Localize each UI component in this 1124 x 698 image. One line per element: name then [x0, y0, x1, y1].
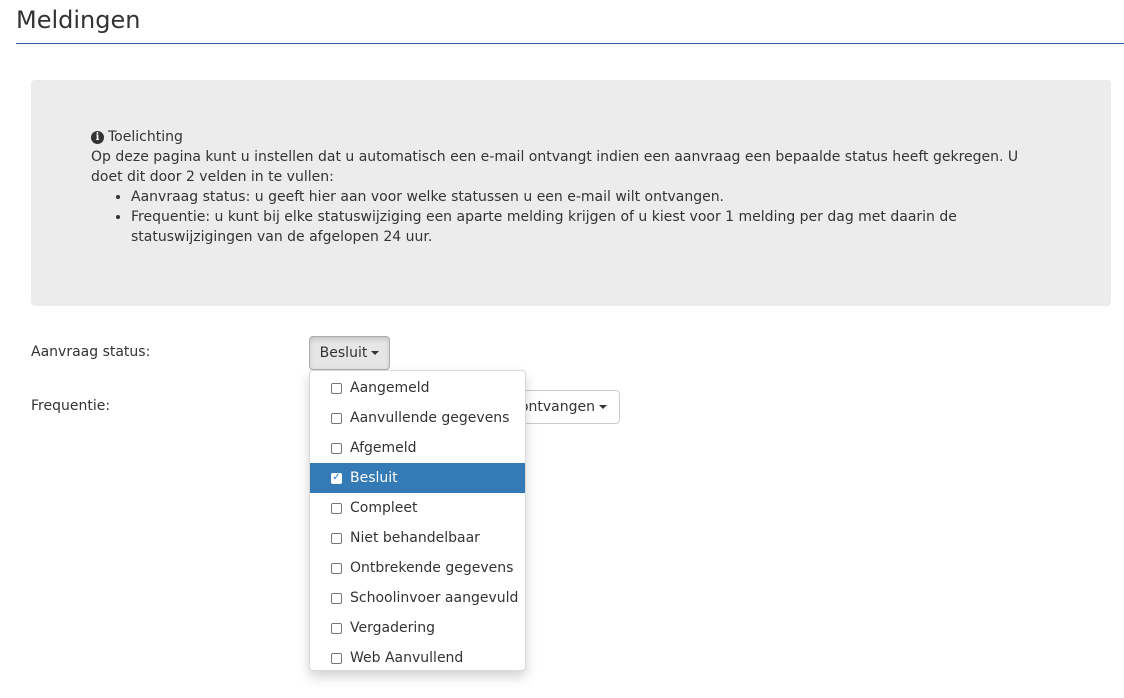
info-list: Aanvraag status: u geeft hier aan voor w… — [91, 187, 1051, 247]
dropdown-option[interactable]: Vergadering — [310, 613, 525, 643]
checkbox[interactable] — [331, 532, 342, 544]
info-text: Op deze pagina kunt u instellen dat u au… — [91, 149, 1019, 185]
checkbox[interactable] — [331, 652, 342, 664]
dropdown-option-label: Ontbrekende gegevens — [350, 560, 514, 576]
dropdown-option-label: Schoolinvoer aangevuld — [350, 590, 519, 606]
dropdown-option[interactable]: Niet behandelbaar — [310, 523, 525, 553]
dropdown-option-label: Vergadering — [350, 620, 435, 636]
dropdown-option[interactable]: ✓ Besluit — [310, 463, 525, 493]
info-heading-label: Toelichting — [108, 129, 183, 145]
checkbox[interactable] — [331, 502, 342, 514]
status-dropdown-button[interactable]: Besluit — [309, 336, 390, 370]
checkbox[interactable] — [331, 382, 342, 394]
dropdown-option-label: Aanvullende gegevens — [350, 410, 510, 426]
status-dropdown-menu: Aangemeld Aanvullende gegevens Afgemeld ✓ Be… — [309, 370, 526, 671]
dropdown-option-label: Besluit — [350, 470, 398, 486]
checkbox[interactable] — [331, 592, 342, 604]
page-title: Meldingen — [16, 6, 141, 34]
dropdown-option[interactable]: Aangemeld — [310, 373, 525, 403]
dropdown-option-label: Web Aanvullend — [350, 650, 464, 666]
dropdown-option[interactable]: Aanvullende gegevens — [310, 403, 525, 433]
checkmark-icon: ✓ — [332, 471, 341, 483]
status-label: Aanvraag status: — [31, 344, 151, 360]
dropdown-option[interactable]: Schoolinvoer aangevuld — [310, 583, 525, 613]
info-list-item: Frequentie: u kunt bij elke statuswijzig… — [131, 207, 1051, 247]
frequency-label: Frequentie: — [31, 398, 111, 414]
checkbox[interactable] — [331, 562, 342, 574]
dropdown-option-label: Compleet — [350, 500, 418, 516]
info-content: i Toelichting Op deze pagina kunt u inst… — [91, 127, 1051, 247]
status-value: Besluit — [319, 345, 368, 361]
info-circle-icon: i — [91, 130, 104, 144]
caret-down-icon — [599, 405, 607, 409]
dropdown-option[interactable]: Ontbrekende gegevens — [310, 553, 525, 583]
info-panel: i Toelichting Op deze pagina kunt u inst… — [31, 80, 1111, 306]
dropdown-option[interactable]: Compleet — [310, 493, 525, 523]
checkbox[interactable] — [331, 622, 342, 634]
info-list-item: Aanvraag status: u geeft hier aan voor w… — [131, 187, 1051, 207]
checkbox[interactable] — [331, 442, 342, 454]
dropdown-option-label: Afgemeld — [350, 440, 417, 456]
dropdown-option-label: Aangemeld — [350, 380, 430, 396]
dropdown-option[interactable]: Afgemeld — [310, 433, 525, 463]
info-heading: i Toelichting — [91, 127, 1051, 147]
frequency-value: ontvangen — [519, 399, 595, 415]
checkbox[interactable] — [331, 412, 342, 424]
dropdown-option-label: Niet behandelbaar — [350, 530, 480, 546]
page-header: Meldingen — [16, 0, 1124, 44]
checkbox[interactable]: ✓ — [331, 471, 342, 484]
dropdown-option[interactable]: Web Aanvullend — [310, 643, 525, 673]
caret-down-icon — [371, 351, 380, 355]
